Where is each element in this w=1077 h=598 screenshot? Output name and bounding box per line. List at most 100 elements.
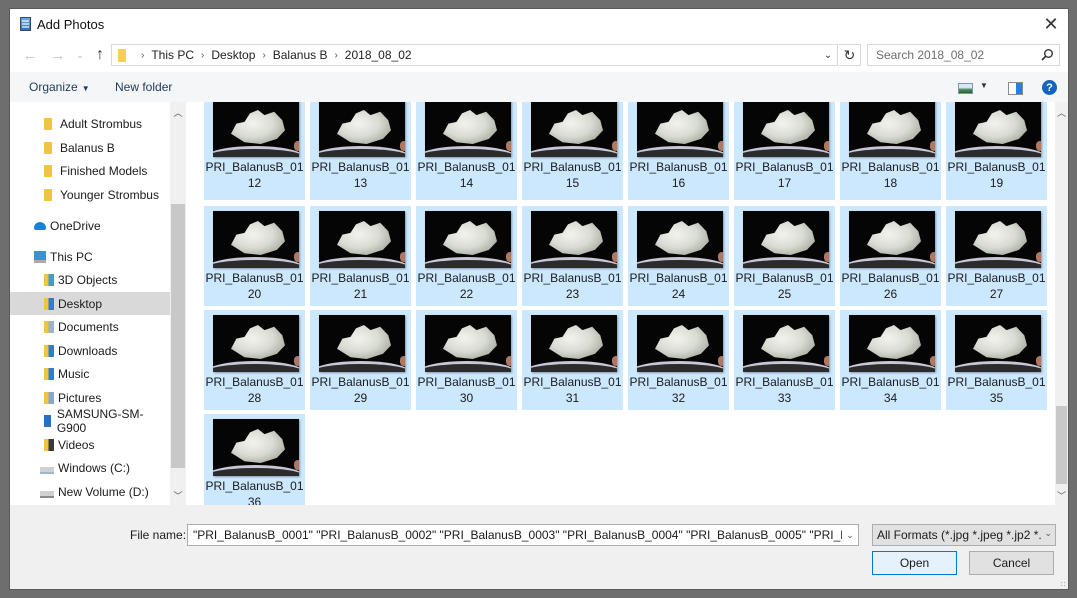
file-tile[interactable]: PRI_BalanusB_01 21 bbox=[310, 206, 411, 306]
sidebar-item-downloads[interactable]: Downloads bbox=[10, 339, 170, 362]
preview-pane-icon[interactable] bbox=[1008, 82, 1023, 95]
photo-thumbnail bbox=[531, 315, 617, 372]
file-tile[interactable]: PRI_BalanusB_01 16 bbox=[628, 102, 729, 200]
file-name-line2: 32 bbox=[671, 391, 686, 405]
file-tile[interactable]: PRI_BalanusB_01 31 bbox=[522, 310, 623, 410]
file-name: PRI_BalanusB_01 16 bbox=[628, 159, 729, 191]
file-tile[interactable]: PRI_BalanusB_01 13 bbox=[310, 102, 411, 200]
file-list-scrollbar[interactable]: ︿ ﹀ bbox=[1055, 102, 1068, 505]
photo-thumbnail bbox=[213, 211, 299, 268]
sidebar-item-this-pc[interactable]: This PC bbox=[10, 245, 170, 268]
sidebar-item-3d-objects[interactable]: 3D Objects bbox=[10, 268, 170, 291]
file-tile[interactable]: PRI_BalanusB_01 35 bbox=[946, 310, 1047, 410]
file-type-filter[interactable]: All Formats (*.jpg *.jpeg *.jp2 *. ⌄ bbox=[872, 524, 1056, 546]
view-options-dropdown[interactable]: ▼ bbox=[980, 81, 988, 90]
file-name-line2: 29 bbox=[353, 391, 368, 405]
file-tile[interactable]: PRI_BalanusB_01 22 bbox=[416, 206, 517, 306]
sidebar-item-younger-strombus[interactable]: Younger Strombus bbox=[10, 183, 170, 206]
cancel-button[interactable]: Cancel bbox=[969, 551, 1054, 575]
sidebar-item-new-volume-d[interactable]: New Volume (D:) bbox=[10, 480, 170, 503]
file-tile[interactable]: PRI_BalanusB_01 33 bbox=[734, 310, 835, 410]
file-tile[interactable]: PRI_BalanusB_01 36 bbox=[204, 414, 305, 505]
up-button[interactable]: ↑ bbox=[90, 45, 110, 65]
sidebar-item-documents[interactable]: Documents bbox=[10, 315, 170, 338]
sidebar-item-windows-c[interactable]: Windows (C:) bbox=[10, 456, 170, 479]
file-tile[interactable]: PRI_BalanusB_01 28 bbox=[204, 310, 305, 410]
sidebar-item-label: Balanus B bbox=[60, 140, 115, 155]
file-name-line1: PRI_BalanusB_01 bbox=[417, 160, 516, 174]
breadcrumb-balanus-b[interactable]: Balanus B bbox=[273, 48, 328, 62]
sidebar-item-desktop[interactable]: Desktop bbox=[10, 292, 170, 315]
sidebar-item-pictures[interactable]: Pictures bbox=[10, 386, 170, 409]
file-tile[interactable]: PRI_BalanusB_01 20 bbox=[204, 206, 305, 306]
sidebar-item-label: Videos bbox=[58, 437, 95, 452]
breadcrumb-this-pc[interactable]: This PC bbox=[151, 48, 194, 62]
refresh-button[interactable]: ↻ bbox=[839, 44, 861, 66]
file-tile[interactable]: PRI_BalanusB_01 17 bbox=[734, 102, 835, 200]
sidebar-item-balanus-b[interactable]: Balanus B bbox=[10, 136, 170, 159]
photo-thumbnail bbox=[531, 211, 617, 268]
close-button[interactable]: ✕ bbox=[1034, 9, 1068, 39]
search-icon[interactable] bbox=[1040, 48, 1054, 62]
search-box[interactable] bbox=[867, 44, 1060, 66]
file-tile[interactable]: PRI_BalanusB_01 29 bbox=[310, 310, 411, 410]
sidebar-item-onedrive[interactable]: OneDrive bbox=[10, 214, 170, 237]
file-tile[interactable]: PRI_BalanusB_01 19 bbox=[946, 102, 1047, 200]
file-name-combobox[interactable]: ⌄ bbox=[187, 524, 859, 546]
address-dropdown-button[interactable]: ⌄ bbox=[819, 45, 837, 65]
forward-button[interactable]: → bbox=[48, 45, 68, 65]
file-name-line1: PRI_BalanusB_01 bbox=[841, 271, 940, 285]
open-button[interactable]: Open bbox=[872, 551, 957, 575]
breadcrumb-desktop[interactable]: Desktop bbox=[211, 48, 255, 62]
chevron-right-icon[interactable]: › bbox=[201, 50, 204, 61]
photo-thumbnail bbox=[425, 315, 511, 372]
photo-thumbnail bbox=[319, 315, 405, 372]
sidebar-item-videos[interactable]: Videos bbox=[10, 433, 170, 456]
file-tile[interactable]: PRI_BalanusB_01 12 bbox=[204, 102, 305, 200]
file-name-line1: PRI_BalanusB_01 bbox=[735, 271, 834, 285]
recent-locations-button[interactable]: ⌄ bbox=[70, 45, 90, 65]
file-tile[interactable]: PRI_BalanusB_01 26 bbox=[840, 206, 941, 306]
search-input[interactable] bbox=[874, 47, 1038, 63]
scroll-up-button[interactable]: ︿ bbox=[170, 104, 186, 120]
organize-button[interactable]: Organize ▼ bbox=[29, 80, 90, 94]
scroll-up-button[interactable]: ︿ bbox=[1055, 104, 1068, 120]
address-bar[interactable]: › This PC › Desktop › Balanus B › 2018_0… bbox=[111, 44, 838, 66]
file-tile[interactable]: PRI_BalanusB_01 18 bbox=[840, 102, 941, 200]
file-tile[interactable]: PRI_BalanusB_01 14 bbox=[416, 102, 517, 200]
file-name-line2: 25 bbox=[777, 287, 792, 301]
sidebar-item-adult-strombus[interactable]: Adult Strombus bbox=[10, 112, 170, 135]
change-view-icon[interactable] bbox=[958, 83, 973, 94]
breadcrumb-2018-08-02[interactable]: 2018_08_02 bbox=[345, 48, 412, 62]
file-tile[interactable]: PRI_BalanusB_01 25 bbox=[734, 206, 835, 306]
chevron-right-icon[interactable]: › bbox=[334, 50, 337, 61]
resize-grip[interactable] bbox=[1060, 581, 1066, 587]
chevron-up-icon: ︿ bbox=[1056, 107, 1066, 118]
file-tile[interactable]: PRI_BalanusB_01 23 bbox=[522, 206, 623, 306]
file-tile[interactable]: PRI_BalanusB_01 34 bbox=[840, 310, 941, 410]
file-tile[interactable]: PRI_BalanusB_01 27 bbox=[946, 206, 1047, 306]
chevron-right-icon[interactable]: › bbox=[141, 50, 144, 61]
sidebar-item-music[interactable]: Music bbox=[10, 362, 170, 385]
sidebar-item-label: This PC bbox=[50, 249, 93, 264]
sidebar-scroll-thumb[interactable] bbox=[171, 204, 185, 468]
scroll-down-button[interactable]: ﹀ bbox=[1055, 487, 1068, 503]
file-tile[interactable]: PRI_BalanusB_01 30 bbox=[416, 310, 517, 410]
file-tile[interactable]: PRI_BalanusB_01 15 bbox=[522, 102, 623, 200]
sidebar-item-label: Pictures bbox=[58, 390, 102, 405]
chevron-right-icon[interactable]: › bbox=[262, 50, 265, 61]
new-folder-button[interactable]: New folder bbox=[115, 80, 172, 94]
chevron-down-icon[interactable]: ⌄ bbox=[842, 525, 858, 545]
file-list-scroll-thumb[interactable] bbox=[1056, 406, 1067, 484]
scroll-down-button[interactable]: ﹀ bbox=[170, 487, 186, 503]
help-icon[interactable]: ? bbox=[1042, 80, 1057, 95]
sidebar-item-finished-models[interactable]: Finished Models bbox=[10, 159, 170, 182]
sidebar-item-samsung-sm-g900[interactable]: SAMSUNG-SM-G900 bbox=[10, 407, 170, 435]
file-tile[interactable]: PRI_BalanusB_01 32 bbox=[628, 310, 729, 410]
file-tile[interactable]: PRI_BalanusB_01 24 bbox=[628, 206, 729, 306]
file-name-input[interactable] bbox=[191, 527, 845, 543]
pictures-icon bbox=[44, 391, 54, 404]
sidebar-scrollbar[interactable]: ︿ ﹀ bbox=[170, 102, 186, 505]
sidebar-item-label: Music bbox=[58, 366, 90, 381]
back-button[interactable]: ← bbox=[20, 45, 40, 65]
